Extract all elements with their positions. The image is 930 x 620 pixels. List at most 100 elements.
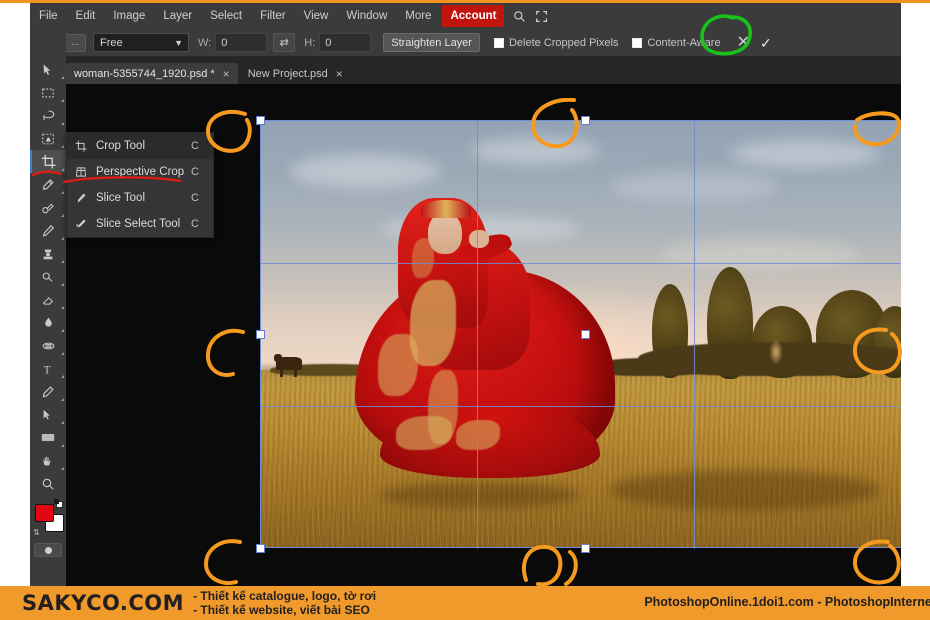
straighten-layer-button[interactable]: Straighten Layer: [383, 33, 480, 52]
dodge-tool-icon[interactable]: T: [30, 357, 66, 380]
flyout-shortcut: C: [191, 166, 199, 178]
eraser-tool-icon[interactable]: [30, 288, 66, 311]
menu-view[interactable]: View: [295, 5, 338, 27]
search-icon[interactable]: [513, 10, 526, 23]
menu-more[interactable]: More: [396, 5, 440, 27]
tool-corner-marker: [61, 306, 64, 309]
tool-corner-marker: [61, 76, 64, 79]
menu-window[interactable]: Window: [337, 5, 396, 27]
crop-tool-icon: [75, 140, 96, 152]
menu-edit[interactable]: Edit: [67, 5, 105, 27]
svg-text:T: T: [44, 364, 51, 376]
gradient-tool-icon[interactable]: [30, 311, 66, 334]
quick-mask-icon[interactable]: [34, 543, 62, 557]
flyout-item-crop-tool[interactable]: Crop Tool C: [67, 133, 213, 159]
height-input[interactable]: 0: [319, 33, 372, 52]
object-select-tool-icon[interactable]: [30, 127, 66, 150]
flyout-label: Crop Tool: [96, 140, 146, 152]
hand-tool-icon[interactable]: [30, 449, 66, 472]
blur-tool-icon[interactable]: [30, 334, 66, 357]
width-label: W:: [198, 36, 212, 49]
annotation-circle-handle-bottom-right: [853, 539, 901, 585]
annotation-circle-handle-middle-left: [205, 328, 245, 377]
marquee-select-tool-icon[interactable]: [30, 81, 66, 104]
flyout-shortcut: C: [191, 192, 199, 204]
height-label: H:: [304, 36, 316, 49]
banner-right-text: PhotoshopOnline.1doi1.com - PhotoshopInt…: [644, 595, 930, 609]
tab-label: New Project.psd: [247, 67, 328, 80]
flyout-label: Slice Tool: [96, 192, 146, 204]
annotation-circle-handle-top-right: [852, 111, 901, 147]
bottom-banner: SAKYCO.COM - Thiết kế catalogue, logo, t…: [0, 586, 930, 620]
zoom-tool-icon[interactable]: [30, 472, 66, 495]
photoshop-app-window: File Edit Image Layer Select Filter View…: [30, 3, 901, 586]
tool-corner-marker: [61, 352, 64, 355]
tool-corner-marker: [61, 421, 64, 424]
flyout-label: Slice Select Tool: [96, 218, 181, 230]
default-colors-icon[interactable]: [54, 499, 63, 508]
tool-options-bar: ... Free ▼ W: 0 ⇄ H: 0 Straighten Layer …: [30, 29, 901, 57]
tool-corner-marker: [61, 237, 64, 240]
pen-tool-icon[interactable]: [30, 403, 66, 426]
menu-filter[interactable]: Filter: [251, 5, 295, 27]
checkbox-box: [632, 37, 643, 48]
tool-corner-marker: [61, 467, 64, 470]
annotation-circle-handle-middle-right: [852, 327, 902, 375]
tagline-2: - Thiết kế website, viết bài SEO: [193, 603, 370, 617]
flyout-item-slice-tool[interactable]: Slice Tool C: [67, 185, 213, 211]
crop-handle-bottom-left[interactable]: [256, 544, 265, 553]
swap-arrows-icon[interactable]: ⇄: [273, 33, 296, 52]
commit-check-icon[interactable]: ✓: [760, 36, 772, 50]
annotation-circle-handle-bottom-left: [203, 539, 242, 585]
tab-new-project[interactable]: New Project.psd ×: [240, 63, 351, 84]
screenshot-root: File Edit Image Layer Select Filter View…: [0, 0, 930, 620]
menu-image[interactable]: Image: [104, 5, 154, 27]
delete-cropped-pixels-checkbox[interactable]: Delete Cropped Pixels: [493, 37, 618, 49]
width-input[interactable]: 0: [215, 33, 268, 52]
color-swatches[interactable]: ⇅: [30, 499, 66, 540]
crop-handle-middle-center[interactable]: [581, 330, 590, 339]
chevron-down-icon: ▼: [174, 38, 183, 48]
flyout-item-slice-select-tool[interactable]: Slice Select Tool C: [67, 211, 213, 237]
annotation-circle-handle-top-left: [206, 110, 252, 153]
tool-corner-marker: [61, 122, 64, 125]
menu-layer[interactable]: Layer: [154, 5, 201, 27]
move-tool-icon[interactable]: [30, 58, 66, 81]
tool-corner-marker: [61, 260, 64, 263]
tools-panel: T ⇅: [30, 30, 66, 586]
slice-select-tool-icon: [75, 218, 96, 230]
brand-logo-text: SAKYCO.COM: [22, 591, 185, 615]
annotation-circle-handle-top-center: [531, 98, 579, 149]
clone-stamp-tool-icon[interactable]: [30, 242, 66, 265]
account-button[interactable]: Account: [442, 5, 505, 27]
foreground-color-swatch[interactable]: [35, 504, 54, 522]
swap-colors-icon[interactable]: ⇅: [33, 528, 40, 537]
healing-brush-tool-icon[interactable]: [30, 196, 66, 219]
banner-left-group: SAKYCO.COM - Thiết kế catalogue, logo, t…: [22, 589, 376, 617]
tool-corner-marker: [61, 398, 64, 401]
tool-corner-marker: [61, 99, 64, 102]
lasso-tool-icon[interactable]: [30, 104, 66, 127]
flyout-shortcut: C: [191, 140, 199, 152]
annotation-circle-handle-bottom-center: [522, 544, 578, 587]
crop-preset-options-button[interactable]: ...: [64, 33, 86, 52]
banner-taglines: - Thiết kế catalogue, logo, tờ rơi - Thi…: [193, 589, 376, 617]
tool-corner-marker: [61, 145, 64, 148]
tool-corner-marker: [61, 191, 64, 194]
type-tool-icon[interactable]: [30, 380, 66, 403]
tool-corner-marker: [61, 329, 64, 332]
history-brush-tool-icon[interactable]: [30, 265, 66, 288]
slice-tool-icon: [75, 192, 96, 204]
path-select-tool-icon[interactable]: [30, 426, 66, 449]
menu-select[interactable]: Select: [201, 5, 251, 27]
aspect-ratio-value: Free: [100, 36, 123, 49]
annotation-underline-toolbar: [32, 170, 62, 177]
menu-file[interactable]: File: [30, 5, 67, 27]
crop-handle-middle-left[interactable]: [256, 330, 265, 339]
close-icon[interactable]: ×: [336, 68, 343, 80]
tab-woman-psd[interactable]: woman-5355744_1920.psd * ×: [66, 63, 238, 84]
brush-tool-icon[interactable]: [30, 219, 66, 242]
close-icon[interactable]: ×: [223, 68, 230, 80]
aspect-ratio-select[interactable]: Free ▼: [93, 33, 189, 52]
fullscreen-icon[interactable]: [535, 10, 548, 23]
